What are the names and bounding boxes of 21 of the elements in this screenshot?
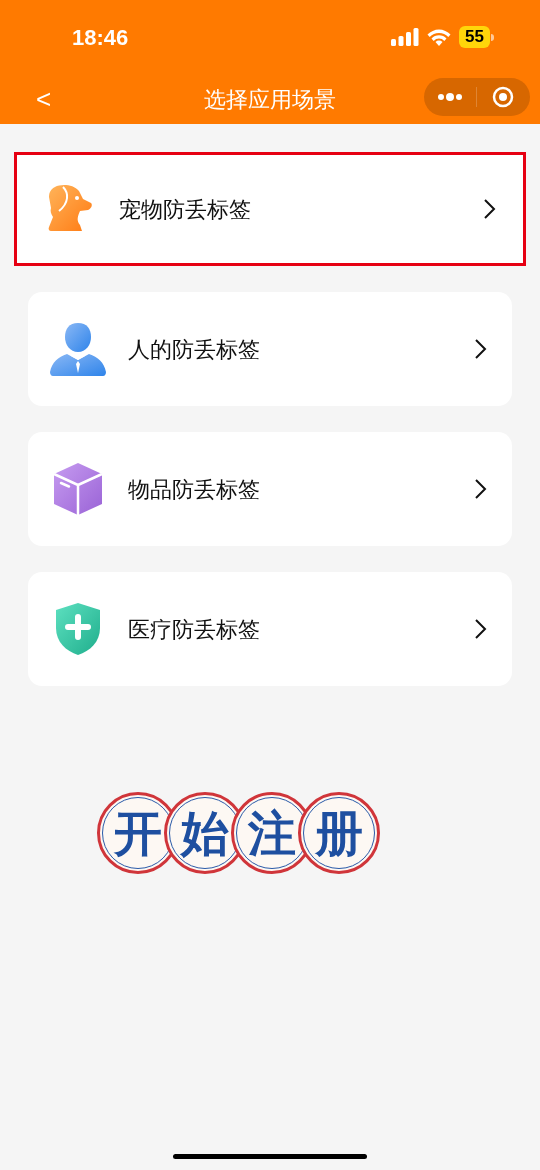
scene-card[interactable]: 物品防丢标签	[28, 432, 512, 546]
wifi-icon	[427, 28, 452, 46]
scene-card[interactable]: 医疗防丢标签	[28, 572, 512, 686]
page-title: 选择应用场景	[204, 85, 336, 114]
scene-card[interactable]: 宠物防丢标签	[14, 152, 526, 266]
signal-icon	[391, 28, 420, 46]
chevron-right-icon	[474, 478, 488, 500]
scene-card[interactable]: 人的防丢标签	[28, 292, 512, 406]
scene-label: 人的防丢标签	[128, 335, 261, 364]
scene-label: 宠物防丢标签	[119, 195, 252, 224]
chevron-right-icon	[474, 618, 488, 640]
chevron-right-icon	[474, 338, 488, 360]
person-icon	[49, 321, 107, 377]
register-button[interactable]: 开 始 注 册	[97, 792, 380, 874]
status-time: 18:46	[72, 23, 129, 52]
battery-level: 55	[459, 26, 490, 48]
scene-label: 物品防丢标签	[128, 475, 261, 504]
shield-icon	[54, 602, 102, 656]
scene-label: 医疗防丢标签	[128, 615, 261, 644]
chevron-right-icon	[483, 198, 497, 220]
box-icon	[52, 462, 104, 516]
